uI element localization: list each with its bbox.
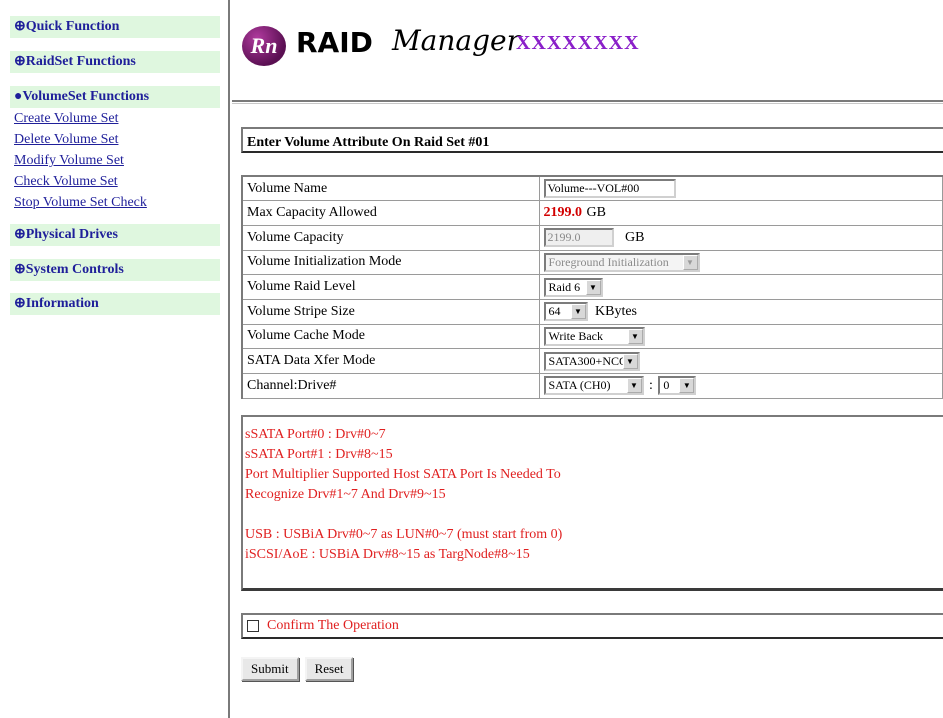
- volume-capacity-unit: GB: [625, 229, 645, 245]
- dropdown-arrow-icon: ▼: [570, 304, 586, 320]
- link-modify-volume-set[interactable]: Modify Volume Set: [14, 150, 147, 171]
- drive-select[interactable]: 0 ▼: [658, 376, 697, 396]
- table-row: Volume Stripe Size 64 ▼ KBytes: [241, 298, 943, 325]
- sidebar: ⊕Quick Function ⊕RaidSet Functions ●Volu…: [0, 0, 230, 718]
- raid-level-value: Raid 6: [548, 279, 581, 294]
- table-row: Max Capacity Allowed 2199.0 GB: [241, 200, 943, 226]
- form-buttons: Submit Reset: [241, 656, 943, 681]
- stripe-size-unit: KBytes: [595, 303, 637, 319]
- volumeset-submenu: Create Volume Set Delete Volume Set Modi…: [14, 108, 147, 213]
- raid-level-select[interactable]: Raid 6 ▼: [543, 277, 603, 297]
- cache-mode-value: Write Back: [548, 328, 604, 343]
- dropdown-arrow-icon: ▼: [622, 353, 638, 369]
- note-line: Port Multiplier Supported Host SATA Port…: [245, 466, 561, 482]
- port-notes-panel: sSATA Port#0 : Drv#0~7 sSATA Port#1 : Dr…: [241, 414, 943, 591]
- link-stop-volume-set-check[interactable]: Stop Volume Set Check: [14, 192, 147, 213]
- channel-drive-cell: SATA (CH0) ▼ : 0 ▼: [538, 373, 943, 399]
- confirm-row: Confirm The Operation: [241, 612, 943, 639]
- logo-raid-text: RAID: [296, 26, 373, 59]
- xfer-mode-select[interactable]: SATA300+NCQ ▼: [543, 351, 640, 371]
- xfer-mode-cell: SATA300+NCQ ▼: [538, 348, 943, 374]
- table-row: Volume Name Volume---VOL#00: [241, 175, 943, 202]
- link-create-volume-set[interactable]: Create Volume Set: [14, 108, 147, 129]
- table-row: Channel:Drive# SATA (CH0) ▼ : 0 ▼: [241, 373, 943, 399]
- channel-drive-label: Channel:Drive#: [241, 373, 540, 399]
- max-capacity-unit: GB: [586, 204, 606, 220]
- submit-button[interactable]: Submit: [241, 656, 299, 681]
- confirm-label[interactable]: Confirm The Operation: [267, 618, 399, 634]
- table-row: Volume Raid Level Raid 6 ▼: [241, 274, 943, 300]
- max-capacity-value: 2199.0: [543, 205, 583, 221]
- link-check-volume-set[interactable]: Check Volume Set: [14, 171, 147, 192]
- cache-mode-cell: Write Back ▼: [538, 323, 943, 350]
- note-line: Recognize Drv#1~7 And Drv#9~15: [245, 486, 446, 502]
- note-spacer: [245, 505, 943, 525]
- channel-select[interactable]: SATA (CH0) ▼: [543, 376, 644, 396]
- menu-quick-function[interactable]: ⊕Quick Function: [10, 16, 220, 38]
- note-line: iSCSI/AoE : USBiA Drv#8~15 as TargNode#8…: [245, 546, 530, 562]
- reset-button[interactable]: Reset: [304, 656, 354, 681]
- volume-capacity-label: Volume Capacity: [241, 224, 540, 251]
- table-row: SATA Data Xfer Mode SATA300+NCQ ▼: [241, 348, 943, 374]
- channel-value: SATA (CH0): [548, 378, 611, 393]
- init-mode-cell: Foreground Initialization ▼: [538, 249, 943, 276]
- note-line: sSATA Port#1 : Drv#8~15: [245, 446, 393, 462]
- dropdown-arrow-icon: ▼: [679, 378, 695, 394]
- cache-mode-select[interactable]: Write Back ▼: [543, 326, 645, 346]
- menu-volumeset-functions[interactable]: ●VolumeSet Functions: [10, 86, 220, 108]
- volume-name-label: Volume Name: [241, 175, 540, 202]
- volume-capacity-input[interactable]: 2199.0: [543, 228, 614, 248]
- volume-capacity-cell: 2199.0 GB: [538, 224, 943, 251]
- note-line: USB : USBiA Drv#0~7 as LUN#0~7 (must sta…: [245, 526, 563, 542]
- xfer-mode-label: SATA Data Xfer Mode: [241, 348, 540, 374]
- xfer-mode-value: SATA300+NCQ: [548, 353, 623, 368]
- device-name: XXXXXXXX: [516, 32, 640, 54]
- menu-information[interactable]: ⊕Information: [10, 293, 220, 315]
- volume-attribute-table: Volume Name Volume---VOL#00 Max Capacity…: [241, 175, 943, 399]
- dropdown-arrow-icon: ▼: [585, 279, 601, 295]
- menu-physical-drives[interactable]: ⊕Physical Drives: [10, 224, 220, 246]
- table-row: Volume Cache Mode Write Back ▼: [241, 323, 943, 350]
- dropdown-arrow-icon: ▼: [626, 378, 642, 394]
- menu-raidset-functions[interactable]: ⊕RaidSet Functions: [10, 51, 220, 73]
- stripe-size-value: 64: [548, 304, 561, 319]
- volume-name-input[interactable]: Volume---VOL#00: [543, 179, 676, 199]
- channel-drive-separator: :: [649, 377, 653, 393]
- cache-mode-label: Volume Cache Mode: [241, 323, 540, 350]
- logo-badge: Rn: [242, 26, 286, 66]
- raid-level-label: Volume Raid Level: [241, 274, 540, 300]
- table-row: Volume Initialization Mode Foreground In…: [241, 249, 943, 276]
- main-content: Enter Volume Attribute On Raid Set #01 V…: [241, 127, 943, 681]
- max-capacity-cell: 2199.0 GB: [538, 200, 943, 226]
- dropdown-arrow-icon: ▼: [682, 254, 698, 270]
- stripe-size-cell: 64 ▼ KBytes: [538, 298, 943, 325]
- note-line: sSATA Port#0 : Drv#0~7: [245, 426, 386, 442]
- drive-value: 0: [663, 378, 670, 393]
- init-mode-label: Volume Initialization Mode: [241, 249, 540, 276]
- dropdown-arrow-icon: ▼: [627, 328, 643, 344]
- link-delete-volume-set[interactable]: Delete Volume Set: [14, 129, 147, 150]
- max-capacity-label: Max Capacity Allowed: [241, 200, 540, 226]
- header-divider: [232, 100, 943, 104]
- init-mode-value: Foreground Initialization: [548, 254, 669, 269]
- table-row: Volume Capacity 2199.0 GB: [241, 224, 943, 251]
- confirm-checkbox[interactable]: [247, 619, 259, 632]
- init-mode-select[interactable]: Foreground Initialization ▼: [543, 252, 700, 272]
- stripe-size-label: Volume Stripe Size: [241, 298, 540, 325]
- menu-system-controls[interactable]: ⊕System Controls: [10, 259, 220, 281]
- raid-level-cell: Raid 6 ▼: [538, 274, 943, 300]
- logo-manager-text: Manager: [392, 24, 520, 57]
- stripe-size-select[interactable]: 64 ▼: [543, 302, 588, 322]
- section-title: Enter Volume Attribute On Raid Set #01: [241, 127, 943, 153]
- volume-name-cell: Volume---VOL#00: [538, 175, 943, 202]
- header: Rn RAID Manager XXXXXXXX: [232, 0, 943, 88]
